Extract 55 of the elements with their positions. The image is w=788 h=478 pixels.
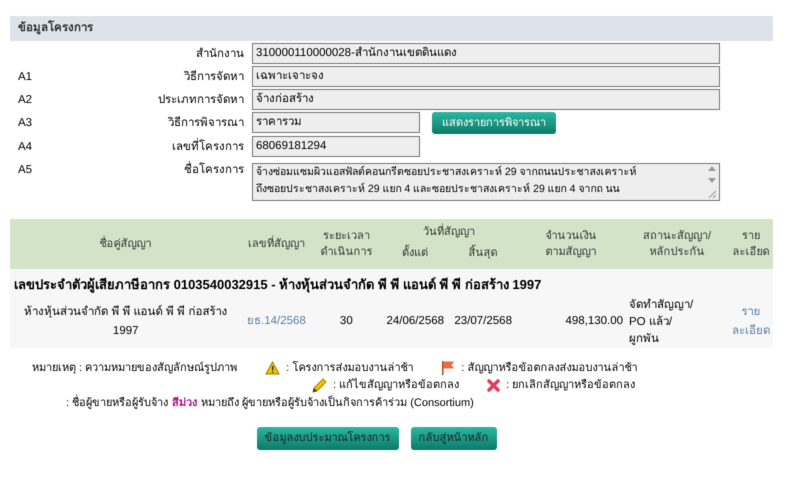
column-header: เลขที่สัญญา (248, 236, 305, 252)
scroll-down-icon[interactable] (708, 178, 716, 183)
input-field[interactable]: เฉพาะเจาะจง (252, 66, 720, 87)
text-area[interactable]: จ้างซ่อมแซมผิวแอสฟัลต์คอนกรีตซอยประชาสงเคราะห์ 29 จากถนนประชาสงเคราะห์ ถึงซอยประชาสงเคราะห์ 29 แยก 4 และซอยประชาสงเคราะห์ 29 แยก 4 จากถ นน (252, 163, 720, 201)
column-header: ราย ละเอียด (732, 229, 770, 260)
cross-icon (487, 378, 500, 392)
field-label: วิธีการจัดหา (184, 69, 244, 85)
field-code: A5 (18, 164, 32, 176)
project-budget-button[interactable]: ข้อมูลงบประมาณโครงการ (256, 427, 398, 450)
pencil-icon (312, 378, 327, 393)
text-line: จ้างซ่อมแซมผิวแอสฟัลต์คอนกรีตซอยประชาสงเคราะห์ 29 จากถนนประชาสงเคราะห์ (256, 164, 638, 180)
table-cell-text: จัดทำสัญญา/ PO แล้ว/ ผูกพัน (629, 298, 694, 347)
column-header: สิ้นสุด (468, 246, 498, 259)
note-text: หมายถึง ผู้ขายหรือผู้รับจ้างเป็นกิจการค้าร่วม (Consortium) (201, 394, 474, 411)
resize-grip-icon[interactable] (708, 190, 716, 198)
field-label: เลขที่โครงการ (172, 139, 244, 156)
legend-text: : ยกเลิกสัญญาหรือข้อตกลง (506, 378, 636, 393)
column-header: ตั้งแต่ (402, 246, 428, 259)
legend-text: : สัญญาหรือข้อตกลงส่งมอบงานล่าช้า (461, 360, 638, 376)
group-row-title: เลขประจำตัวผู้เสียภาษีอากร 0103540032915 - ห้างหุ้นส่วนจำกัด พี พี แอนด์ พี พี ก่อสร้าง 1997 (14, 277, 542, 292)
column-header: ระยะเวลา ดำเนินการ (320, 229, 372, 260)
flag-icon (441, 360, 456, 376)
section-header: ข้อมูลโครงการ (10, 16, 773, 41)
highlight-word: สีม่วง (172, 396, 198, 410)
scroll-up-icon[interactable] (708, 166, 716, 171)
column-header: วันที่สัญญา (423, 226, 476, 238)
contract-link[interactable]: ยธ.14/2568 (247, 315, 306, 328)
legend-title: หมายเหตุ : ความหมายของสัญลักษณ์รูปภาพ (32, 360, 238, 376)
column-header: จำนวนเงิน ตามสัญญา (546, 229, 597, 260)
field-label: ประเภทการจัดหา (158, 93, 244, 108)
input-field[interactable]: 310000110000028-สำนักงานเขตดินแดง (252, 43, 720, 64)
input-field[interactable]: ราคารวม (252, 112, 420, 133)
column-header: ชื่อคู่สัญญา (100, 236, 152, 252)
field-label: สำนักงาน (196, 46, 244, 62)
table-cell: 24/06/2568 (386, 315, 444, 328)
field-code: A4 (18, 141, 32, 153)
detail-link[interactable]: ราย ละเอียด (730, 303, 771, 341)
table-cell: ห้างหุ้นส่วนจำกัด พี พี แอนด์ พี พี ก่อสร้าง 1997 (24, 306, 228, 337)
input-field[interactable]: 68069181294 (252, 136, 420, 157)
table-cell: 498,130.00 (565, 315, 624, 328)
input-field[interactable]: จ้างก่อสร้าง (252, 89, 720, 110)
field-label: ชื่อโครงการ (184, 162, 244, 180)
field-code: A3 (18, 117, 32, 129)
field-label: วิธีการพิจารณา (168, 115, 244, 131)
note-text: : ชื่อผู้ขายหรือผู้รับจ้าง (66, 394, 168, 411)
legend-text: : โครงการส่งมอบงานล่าช้า (286, 360, 414, 376)
table-cell: 23/07/2568 (454, 315, 512, 328)
text-line: ถึงซอยประชาสงเคราะห์ 29 แยก 4 และซอยประชาสงเคราะห์ 29 แยก 4 จากถ นน (256, 182, 620, 197)
table-cell: 30 (340, 315, 353, 328)
field-code: A1 (18, 71, 32, 83)
back-home-button[interactable]: กลับสู่หน้าหลัก (410, 427, 496, 450)
legend-text: : แก้ไขสัญญาหรือข้อตกลง (333, 377, 460, 393)
field-code: A2 (18, 94, 32, 106)
warning-icon (265, 360, 280, 375)
column-header: สถานะสัญญา/ หลักประกัน (642, 229, 711, 260)
